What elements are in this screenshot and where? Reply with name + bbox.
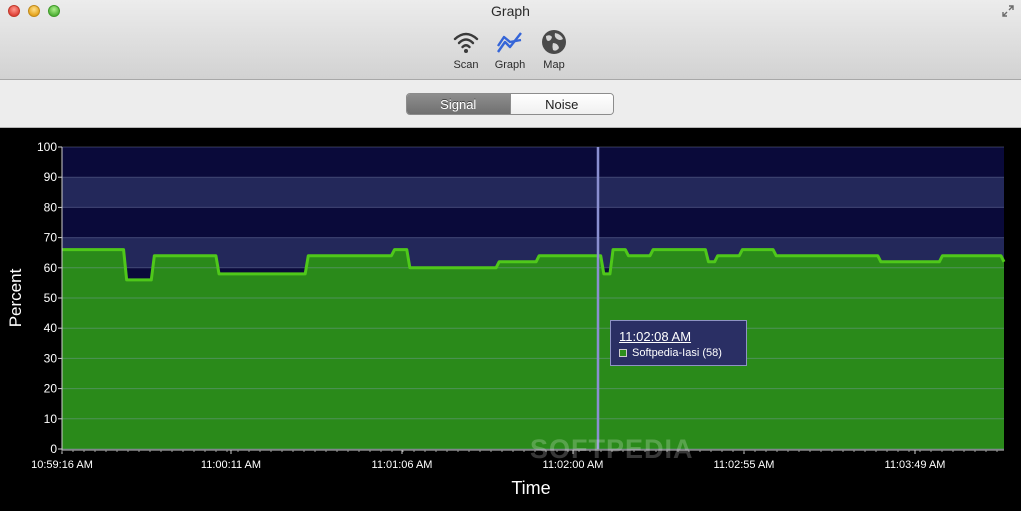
plot-band bbox=[62, 177, 1004, 208]
x-tick-label: 11:01:06 AM bbox=[372, 459, 433, 471]
y-tick-label: 50 bbox=[44, 291, 58, 305]
toolbar-graph-label: Graph bbox=[494, 59, 526, 71]
toolbar-graph-button[interactable]: Graph bbox=[492, 28, 528, 71]
fullscreen-icon[interactable] bbox=[1001, 4, 1015, 18]
tooltip-entry: Softpedia-Iasi (58) bbox=[632, 347, 722, 359]
segment-bar: Signal Noise bbox=[0, 80, 1021, 128]
plot-band bbox=[62, 147, 1004, 178]
signal-chart[interactable]: 0 10 20 30 40 50 60 70 80 90 100 10:59:16 AM 11:00:1… bbox=[0, 128, 1021, 511]
signal-noise-segmented-control: Signal Noise bbox=[406, 93, 614, 115]
toolbar: Scan Graph Map bbox=[448, 28, 572, 71]
y-tick-label: 10 bbox=[44, 412, 58, 426]
y-tick-label: 30 bbox=[44, 351, 58, 365]
y-tick-label: 40 bbox=[44, 321, 58, 335]
toolbar-scan-label: Scan bbox=[453, 59, 479, 71]
y-axis-title: Percent bbox=[6, 268, 25, 327]
graph-icon bbox=[497, 32, 522, 53]
segment-noise[interactable]: Noise bbox=[509, 94, 613, 114]
toolbar-map-button[interactable]: Map bbox=[536, 28, 572, 71]
title-bar: Graph Scan Graph Map bbox=[0, 0, 1021, 80]
y-tick-label: 100 bbox=[37, 140, 57, 154]
y-tick-label: 20 bbox=[44, 382, 58, 396]
x-tick-label: 11:02:55 AM bbox=[714, 459, 775, 471]
chart-tooltip: 11:02:08 AM Softpedia-Iasi (58) bbox=[610, 320, 747, 366]
y-tick-label: 80 bbox=[44, 200, 58, 214]
globe-icon bbox=[542, 30, 566, 54]
segment-signal[interactable]: Signal bbox=[407, 94, 510, 114]
x-tick-label: 11:00:11 AM bbox=[201, 459, 261, 471]
y-tick-label: 60 bbox=[44, 261, 58, 275]
tooltip-series-swatch bbox=[619, 349, 627, 357]
toolbar-scan-button[interactable]: Scan bbox=[448, 28, 484, 71]
wifi-icon bbox=[453, 32, 479, 53]
tooltip-time: 11:02:08 AM bbox=[619, 329, 692, 344]
plot-band bbox=[62, 207, 1004, 238]
x-tick-label: 10:59:16 AM bbox=[31, 459, 93, 471]
watermark: SOFTPEDIA bbox=[530, 434, 694, 464]
y-tick-label: 70 bbox=[44, 231, 58, 245]
x-tick-label: 11:03:49 AM bbox=[885, 459, 946, 471]
y-tick-label: 90 bbox=[44, 170, 58, 184]
x-axis-title: Time bbox=[511, 478, 550, 498]
window-title: Graph bbox=[491, 3, 530, 19]
y-tick-label: 0 bbox=[50, 442, 57, 456]
toolbar-map-label: Map bbox=[543, 59, 565, 71]
chart-area: 0 10 20 30 40 50 60 70 80 90 100 10:59:16 AM 11:00:1… bbox=[0, 128, 1021, 511]
